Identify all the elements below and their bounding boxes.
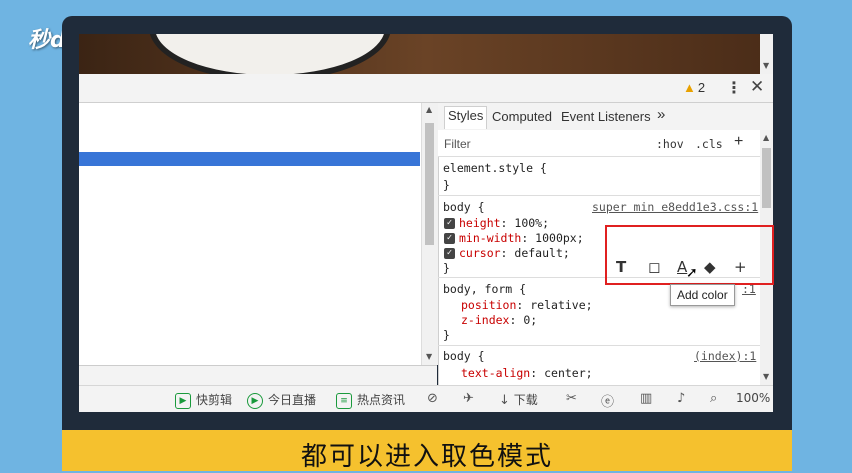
live-icon: ▶ <box>247 392 263 409</box>
tooltip: Add color <box>670 284 735 306</box>
more-options-icon[interactable]: ⋮ <box>726 78 742 97</box>
new-rule-button[interactable]: + <box>734 133 743 151</box>
mouse-cursor-icon: ➚ <box>686 265 698 281</box>
styles-tabbar: Styles Computed Event Listeners » <box>438 103 773 131</box>
hov-toggle[interactable]: :hov <box>656 137 684 151</box>
checkbox-icon[interactable]: ✓ <box>444 248 455 259</box>
property-row[interactable]: ✓ height: 100%; <box>444 216 549 230</box>
property-row[interactable]: z-index: 0; <box>461 313 537 327</box>
status-item[interactable]: ≡ 热点资讯 <box>336 391 405 409</box>
text-shadow-icon[interactable]: T <box>616 258 626 276</box>
browser-status-bar: ▶ 快剪辑 ▶ 今日直播 ≡ 热点资讯 ⊘ ✈ ↓ 下载 ✂ ⓔ ▥ ♪ ⌕ 100% <box>79 385 773 412</box>
property-row[interactable]: ✓ cursor: default; <box>444 246 570 260</box>
filter-input[interactable]: Filter <box>444 137 471 151</box>
rule-source-link[interactable]: super min e8edd1e3.css:1 <box>592 200 758 214</box>
rule-divider <box>438 195 760 196</box>
browser-icon[interactable]: ⓔ <box>601 391 614 410</box>
zoom-icon[interactable]: ⌕ <box>710 391 717 406</box>
news-icon: ≡ <box>336 392 352 409</box>
shield-icon[interactable]: ⊘ <box>427 391 438 406</box>
status-item[interactable]: ▶ 快剪辑 <box>175 391 232 409</box>
property-row[interactable]: ✓ min-width: 1000px; <box>444 231 584 245</box>
rule-divider <box>438 345 760 346</box>
clip-icon: ▶ <box>175 392 191 409</box>
body-rule-selector: body { <box>443 200 485 214</box>
download-icon: ↓ <box>499 393 510 408</box>
elements-breadcrumb-bar <box>79 365 437 386</box>
tab-styles[interactable]: Styles <box>444 106 488 129</box>
screenshot-icon[interactable]: ✂ <box>566 391 577 406</box>
styles-filter-bar: Filter :hov .cls + <box>438 130 760 157</box>
zoom-level[interactable]: 100% <box>736 391 770 405</box>
selected-element-row[interactable] <box>79 152 420 166</box>
tab-event-listeners[interactable]: Event Listeners <box>561 109 651 124</box>
checkbox-icon[interactable]: ✓ <box>444 218 455 229</box>
body-form-rule-selector: body, form { <box>443 282 527 296</box>
add-icon[interactable]: + <box>734 258 747 276</box>
close-devtools-icon[interactable]: ✕ <box>750 77 764 97</box>
trash-icon[interactable]: ▥ <box>640 391 652 406</box>
rocket-icon[interactable]: ✈ <box>463 391 474 406</box>
more-tabs-icon[interactable]: » <box>657 106 665 123</box>
status-item[interactable]: ▶ 今日直播 <box>247 391 316 409</box>
rule-close-brace: } <box>443 178 450 192</box>
webpage-image-strip <box>79 34 773 74</box>
tab-computed[interactable]: Computed <box>492 109 552 124</box>
volume-icon[interactable]: ♪ <box>677 391 685 406</box>
warning-count: 2 <box>697 80 706 95</box>
property-row[interactable]: position: relative; <box>461 298 593 312</box>
subtitle-text: 都可以进入取色模式 <box>300 442 553 472</box>
body-rule-selector: body { <box>443 349 485 363</box>
elements-panel <box>79 103 421 365</box>
element-style-selector: element.style { <box>443 161 547 175</box>
checkbox-icon[interactable]: ✓ <box>444 233 455 244</box>
rule-close-brace: } <box>443 328 450 342</box>
rule-source-link[interactable]: (index):1 <box>694 349 756 363</box>
subtitle-bar: 都可以进入取色模式 <box>62 430 792 472</box>
background-color-icon[interactable]: ◆ <box>704 258 716 276</box>
warning-icon: ▲ <box>683 80 696 95</box>
property-row[interactable]: text-align: center; <box>461 366 593 380</box>
devtools-toolbar <box>79 74 773 103</box>
page-scrollbar[interactable]: ▼ <box>760 34 773 74</box>
warning-counter[interactable]: ▲ 2 <box>683 80 705 95</box>
status-item[interactable]: ↓ 下载 <box>499 391 538 408</box>
rule-close-brace: } <box>443 261 450 275</box>
box-shadow-icon[interactable]: ◻ <box>648 258 660 276</box>
cls-toggle[interactable]: .cls <box>695 137 723 151</box>
elements-scrollbar[interactable]: ▲ ▼ <box>421 103 438 365</box>
